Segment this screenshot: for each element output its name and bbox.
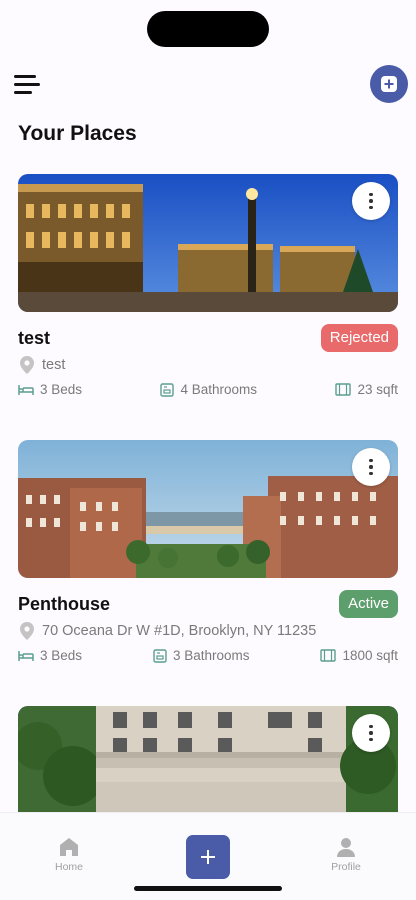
area-stat: 23 sqft (335, 382, 398, 397)
status-badge: Rejected (320, 324, 398, 352)
mansion-image (18, 706, 398, 812)
area-text: 23 sqft (357, 382, 398, 397)
bathroom-icon (153, 648, 167, 663)
beachfront-buildings-image (18, 440, 398, 578)
more-options-button[interactable] (352, 448, 390, 486)
place-address: 70 Oceana Dr W #1D, Brooklyn, NY 11235 (20, 622, 316, 640)
nav-profile[interactable]: Profile (316, 837, 376, 873)
place-card[interactable] (18, 706, 398, 812)
location-pin-icon (20, 622, 34, 640)
place-stats: 3 Beds 4 Bathrooms 23 sqft (18, 382, 398, 397)
place-image (18, 706, 398, 812)
beds-text: 3 Beds (40, 382, 83, 397)
location-pin-icon (20, 356, 34, 374)
home-icon (60, 838, 78, 856)
home-indicator (134, 886, 282, 891)
baths-stat: 4 Bathrooms (160, 382, 257, 397)
more-vertical-icon (369, 458, 373, 463)
nav-profile-label: Profile (331, 861, 361, 873)
area-icon (320, 649, 337, 662)
beds-text: 3 Beds (40, 648, 83, 663)
add-place-button[interactable] (370, 65, 408, 103)
area-icon (335, 383, 352, 396)
place-stats: 3 Beds 3 Bathrooms 1800 sqft (18, 648, 398, 663)
baths-text: 4 Bathrooms (180, 382, 258, 397)
profile-icon (337, 838, 355, 857)
bed-icon (18, 384, 34, 395)
more-options-button[interactable] (352, 714, 390, 752)
page-title: Your Places (18, 122, 137, 145)
more-options-button[interactable] (352, 182, 390, 220)
place-address: test (20, 356, 65, 374)
address-text: 70 Oceana Dr W #1D, Brooklyn, NY 11235 (42, 623, 317, 639)
dynamic-island (147, 11, 269, 47)
add-listing-button[interactable] (186, 835, 230, 879)
more-vertical-icon (369, 724, 373, 729)
area-stat: 1800 sqft (320, 648, 398, 663)
place-card[interactable]: test Rejected test 3 Beds 4 Bathrooms 23… (18, 174, 398, 404)
menu-button[interactable] (14, 72, 44, 98)
beds-stat: 3 Beds (18, 382, 82, 397)
more-vertical-icon (369, 192, 373, 197)
baths-stat: 3 Bathrooms (153, 648, 250, 663)
area-text: 1800 sqft (342, 648, 398, 663)
baths-text: 3 Bathrooms (172, 648, 250, 663)
bathroom-icon (160, 382, 175, 397)
menu-icon (14, 75, 36, 78)
status-badge: Active (339, 590, 398, 618)
address-text: test (42, 357, 66, 373)
beds-stat: 3 Beds (18, 648, 82, 663)
nav-home[interactable]: Home (39, 837, 99, 873)
place-title: Penthouse (18, 594, 111, 614)
place-image (18, 440, 398, 578)
bed-icon (18, 650, 34, 661)
plaza-night-image (18, 174, 398, 312)
menu-icon-line (14, 83, 40, 86)
place-image (18, 174, 398, 312)
place-title: test (18, 328, 51, 348)
menu-icon-line (14, 91, 32, 94)
status-bar (0, 0, 416, 56)
nav-home-label: Home (54, 861, 83, 873)
plus-square-icon (381, 76, 397, 92)
place-card[interactable]: Penthouse Active 70 Oceana Dr W #1D, Bro… (18, 440, 398, 670)
plus-icon (201, 850, 215, 864)
